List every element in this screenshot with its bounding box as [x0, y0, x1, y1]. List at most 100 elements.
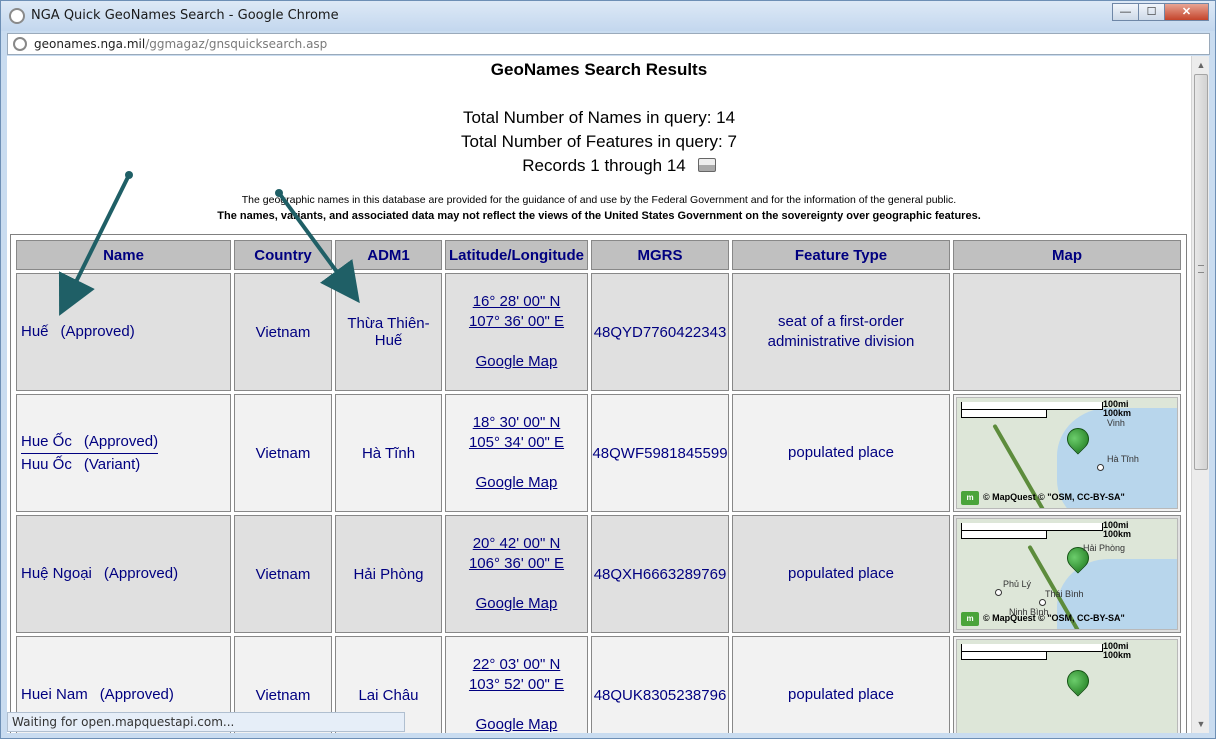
map-city-dot: [1039, 599, 1046, 606]
table-row: Huế (Approved) Vietnam Thừa Thiên-Huế 16°…: [16, 273, 1181, 391]
latlon-cell: 20° 42' 00" N 106° 36' 00" E Google Map: [445, 515, 588, 633]
name-status: (Approved): [83, 432, 159, 450]
map-scale-km-bar: [961, 410, 1047, 418]
name-entry[interactable]: Huế (Approved): [21, 321, 230, 343]
url-host: geonames.nga.mil: [34, 37, 146, 51]
total-features: Total Number of Features in query: 7: [461, 132, 737, 151]
longitude-link[interactable]: 107° 36' 00" E: [446, 312, 587, 332]
table-row: Huệ Ngoại (Approved) Vietnam Hải Phòng 20…: [16, 515, 1181, 633]
name-cell: Huế (Approved): [16, 273, 231, 391]
map-thumbnail[interactable]: 100mi 100km Hải Phòng Phủ Lý Thái Bình Ni…: [956, 518, 1178, 630]
minimize-button[interactable]: —: [1112, 3, 1139, 21]
header-mgrs: MGRS: [591, 240, 729, 270]
scale-km-text: 100km: [1103, 650, 1132, 660]
map-scale-km-bar: [961, 652, 1047, 660]
longitude-link[interactable]: 103° 52' 00" E: [446, 675, 587, 695]
disclaimer-text: The geographic names in this database ar…: [241, 194, 957, 206]
map-thumbnail[interactable]: 100mi 100km: [956, 639, 1178, 733]
status-bar: Waiting for open.mapquestapi.com...: [7, 712, 405, 732]
map-scale-km-bar: [961, 531, 1047, 539]
map-city-label: Vinh: [1107, 418, 1125, 428]
longitude-link[interactable]: 106° 36' 00" E: [446, 554, 587, 574]
print-icon[interactable]: [697, 158, 716, 172]
page-title: GeoNames Search Results: [490, 60, 708, 79]
google-map-link[interactable]: Google Map: [446, 594, 587, 614]
records-range-row: Records 1 through 14: [7, 154, 1191, 178]
maximize-button[interactable]: ☐: [1138, 3, 1165, 21]
name-status: (Variant): [83, 455, 141, 473]
map-city-label: Thái Bình: [1045, 589, 1084, 599]
map-city-label: Hải Phòng: [1083, 543, 1126, 553]
latlon-cell: 18° 30' 00" N 105° 34' 00" E Google Map: [445, 394, 588, 512]
name-entry[interactable]: Huệ Ngoại (Approved): [21, 563, 230, 585]
disclaimer-bold-text: The names, variants, and associated data…: [217, 210, 981, 222]
scroll-thumb[interactable]: [1194, 74, 1208, 470]
name-cell: Huệ Ngoại (Approved): [16, 515, 231, 633]
map-scale-mi-bar: [961, 644, 1103, 652]
address-bar[interactable]: geonames.nga.mil/ggmagaz/gnsquicksearch.…: [7, 33, 1210, 55]
name-status: (Approved): [103, 565, 179, 582]
name-text[interactable]: Huu Ốc: [21, 456, 72, 473]
name-status: (Approved): [60, 323, 135, 340]
scroll-down-arrow-icon[interactable]: ▼: [1195, 719, 1207, 731]
mapquest-logo-icon: m: [961, 491, 979, 505]
page-info-icon[interactable]: [13, 37, 27, 51]
table-row: Hue Ốc (Approved) Huu Ốc (Variant) Vietnam…: [16, 394, 1181, 512]
google-map-link[interactable]: Google Map: [446, 352, 587, 372]
mgrs-cell: 48QWF5981845599: [591, 394, 729, 512]
google-map-link[interactable]: Google Map: [446, 473, 587, 493]
address-url[interactable]: geonames.nga.mil/ggmagaz/gnsquicksearch.…: [34, 37, 327, 51]
latitude-link[interactable]: 20° 42' 00" N: [446, 534, 587, 554]
vertical-scrollbar[interactable]: ▲ ▼: [1191, 56, 1209, 733]
scroll-up-arrow-icon[interactable]: ▲: [1195, 60, 1207, 72]
close-button[interactable]: ✕: [1164, 3, 1209, 21]
url-path: /ggmagaz/gnsquicksearch.asp: [145, 37, 328, 51]
feature-type-cell: populated place: [732, 636, 950, 733]
title-bar: NGA Quick GeoNames Search - Google Chrom…: [1, 1, 1215, 31]
map-attribution: m © MapQuest © "OSM, CC-BY-SA": [961, 491, 1125, 505]
map-attribution: m © MapQuest © "OSM, CC-BY-SA": [961, 612, 1125, 626]
country-cell: Vietnam: [234, 394, 332, 512]
longitude-link[interactable]: 105° 34' 00" E: [446, 433, 587, 453]
mapquest-logo-icon: m: [961, 612, 979, 626]
google-map-link[interactable]: Google Map: [446, 715, 587, 733]
mgrs-cell: 48QYD7760422343: [591, 273, 729, 391]
name-text[interactable]: Huế: [21, 323, 49, 340]
name-text[interactable]: Huei Nam: [21, 686, 88, 703]
map-thumbnail[interactable]: 100mi 100km Vinh Hà Tĩnh m © MapQuest © "O…: [956, 397, 1178, 509]
latitude-link[interactable]: 18° 30' 00" N: [446, 413, 587, 433]
header-country: Country: [234, 240, 332, 270]
map-attribution-text: © MapQuest © "OSM, CC-BY-SA": [983, 492, 1125, 502]
feature-type-cell: seat of a first-order administrative div…: [732, 273, 950, 391]
map-scale-mi-bar: [961, 402, 1103, 410]
header-map: Map: [953, 240, 1181, 270]
name-text[interactable]: Hue Ốc: [21, 433, 72, 450]
header-name: Name: [16, 240, 231, 270]
scroll-grip-icon: [1198, 265, 1204, 273]
query-stats: Total Number of Names in query: 14 Total…: [7, 106, 1191, 178]
map-scale-label: 100mi 100km: [1103, 521, 1131, 539]
country-cell: Vietnam: [234, 515, 332, 633]
disclaimer: The geographic names in this database ar…: [7, 192, 1191, 224]
latlon-cell: 22° 03' 00" N 103° 52' 00" E Google Map: [445, 636, 588, 733]
map-attribution-text: © MapQuest © "OSM, CC-BY-SA": [983, 613, 1125, 623]
name-entry[interactable]: Huu Ốc (Variant): [21, 454, 230, 476]
header-feature-type: Feature Type: [732, 240, 950, 270]
adm1-cell: Hà Tĩnh: [335, 394, 442, 512]
map-cell: [953, 273, 1181, 391]
map-city-dot: [995, 589, 1002, 596]
scale-km-text: 100km: [1103, 408, 1132, 418]
name-cell: Hue Ốc (Approved) Huu Ốc (Variant): [16, 394, 231, 512]
page-viewport: GeoNames Search Results Total Number of …: [7, 56, 1191, 733]
map-scale-label: 100mi 100km: [1103, 642, 1131, 660]
mgrs-cell: 48QXH6663289769: [591, 515, 729, 633]
latitude-link[interactable]: 22° 03' 00" N: [446, 655, 587, 675]
table-header-row: Name Country ADM1 Latitude/Longitude MGR…: [16, 240, 1181, 270]
map-city-label: Phủ Lý: [1003, 579, 1032, 589]
map-cell: 100mi 100km: [953, 636, 1181, 733]
latitude-link[interactable]: 16° 28' 00" N: [446, 292, 587, 312]
latlon-cell: 16° 28' 00" N 107° 36' 00" E Google Map: [445, 273, 588, 391]
name-text[interactable]: Huệ Ngoại: [21, 565, 92, 582]
name-entry[interactable]: Hue Ốc (Approved): [21, 431, 159, 454]
name-entry[interactable]: Huei Nam (Approved): [21, 684, 230, 706]
